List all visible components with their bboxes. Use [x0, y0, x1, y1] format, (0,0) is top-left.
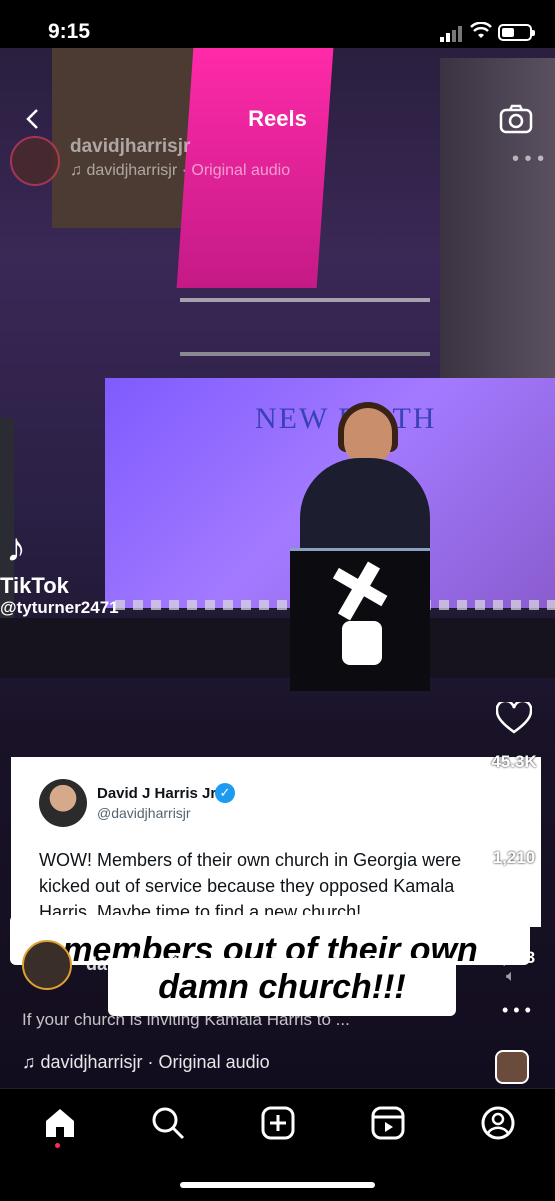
embedded-tweet: David J Harris Jr ✓ @davidjharrisjr WOW!…: [11, 757, 541, 927]
stage-floor: [0, 618, 555, 678]
tweet-author-name: David J Harris Jr: [97, 785, 217, 802]
home-icon[interactable]: [40, 1103, 80, 1143]
create-icon[interactable]: [258, 1103, 298, 1143]
comment-count: 1,210: [492, 848, 536, 867]
audio-thumbnail[interactable]: [495, 1050, 529, 1084]
battery-icon: [498, 24, 535, 41]
more-options-icon[interactable]: • • •: [502, 1000, 531, 1021]
tiktok-logo-icon: ♪: [6, 526, 26, 570]
tweet-avatar: [39, 779, 87, 827]
top-post-audio-label: davidjharrisjr · Original audio: [86, 162, 291, 179]
tweet-handle: @davidjharrisjr: [97, 805, 191, 821]
top-post-username[interactable]: davidjharrisjr: [70, 136, 190, 158]
tweet-text: WOW! Members of their own church in Geor…: [39, 850, 462, 922]
notification-dot: [55, 1143, 60, 1148]
verified-badge-icon: ✓: [215, 783, 235, 803]
tiktok-watermark-user: @tyturner2471: [0, 598, 119, 617]
camera-icon[interactable]: [499, 104, 533, 134]
cross-fist-icon: [332, 561, 388, 665]
status-time: 9:15: [48, 20, 91, 43]
profile-icon[interactable]: [478, 1103, 518, 1143]
music-note-icon: ♫: [70, 162, 87, 179]
video-caption-line-2: damn church!!!: [108, 958, 456, 1016]
tiktok-watermark: TikTok: [0, 573, 69, 598]
lighting-truss: [180, 298, 430, 356]
top-post-audio[interactable]: ♫ davidjharrisjr · Original audio: [70, 162, 290, 180]
wifi-icon: [470, 22, 492, 38]
reels-icon[interactable]: [368, 1103, 408, 1143]
post-caption[interactable]: If your church is inviting Kamala Harris…: [22, 1010, 350, 1030]
avatar[interactable]: [10, 136, 60, 186]
more-options-icon[interactable]: • • •: [512, 148, 544, 171]
search-icon[interactable]: [148, 1103, 188, 1143]
like-count: 45.3K: [491, 752, 537, 771]
signal-icon: [440, 26, 462, 42]
music-note-icon: ♫: [22, 1052, 41, 1072]
post-audio-label: davidjharrisjr · Original audio: [40, 1052, 270, 1072]
avatar[interactable]: [22, 940, 72, 990]
podium: [290, 548, 430, 691]
status-bar: 9:15: [0, 0, 555, 48]
home-indicator[interactable]: [180, 1182, 375, 1188]
comment-icon[interactable]: [496, 800, 532, 836]
volume-icon[interactable]: 🔈︎: [506, 968, 516, 986]
post-audio[interactable]: ♫ davidjharrisjr · Original audio: [22, 1052, 322, 1073]
page-title: Reels: [248, 106, 307, 131]
like-icon[interactable]: [496, 702, 532, 734]
